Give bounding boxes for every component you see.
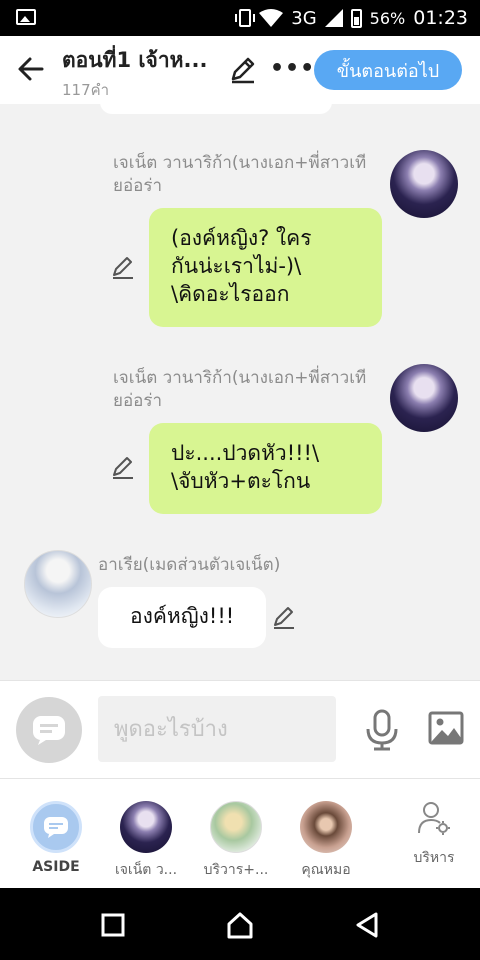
home-icon[interactable] bbox=[225, 910, 255, 940]
message-sender-name: เจเน็ต วานาริก้า(นางเอก+พี่สาวเทียอ่อร่า bbox=[113, 368, 367, 411]
aside-toggle-button[interactable] bbox=[16, 697, 82, 763]
character-aside[interactable]: ASIDE bbox=[11, 779, 101, 889]
sender-avatar[interactable] bbox=[390, 364, 458, 432]
wifi-icon bbox=[259, 9, 284, 27]
back-arrow-icon[interactable] bbox=[16, 54, 46, 84]
chat-bubble-icon bbox=[33, 716, 65, 745]
battery-level: 56% bbox=[369, 8, 406, 28]
edit-message-pencil-icon[interactable] bbox=[110, 254, 136, 280]
previous-message-bubble bbox=[100, 104, 332, 114]
app-header: ตอนที่1 เจ้าห... 117คำ ••• ขั้นตอนต่อไป bbox=[0, 36, 480, 104]
character-servant[interactable]: บริวาร+... bbox=[191, 779, 281, 889]
episode-title: ตอนที่1 เจ้าห... bbox=[62, 48, 208, 72]
message-bubble[interactable]: ปะ....ปวดหัว!!!\ \จับหัว+ตะโกน bbox=[149, 423, 382, 514]
network-type: 3G bbox=[291, 7, 317, 29]
character-bar: ASIDE เจเน็ต ว... บริวาร+... คุณหมอ บริห… bbox=[0, 778, 480, 888]
clock: 01:23 bbox=[413, 7, 468, 29]
chat-area[interactable]: เจเน็ต วานาริก้า(นางเอก+พี่สาวเทียอ่อร่า… bbox=[0, 104, 480, 680]
edit-message-pencil-icon[interactable] bbox=[271, 604, 297, 630]
edit-message-pencil-icon[interactable] bbox=[110, 454, 136, 480]
character-label: บริวาร+... bbox=[203, 862, 269, 878]
status-bar: 3G 56% 01:23 bbox=[0, 0, 480, 36]
character-avatar bbox=[300, 801, 352, 853]
aside-avatar bbox=[30, 801, 82, 853]
sender-avatar[interactable] bbox=[24, 550, 92, 618]
signal-icon bbox=[324, 9, 343, 27]
character-label: ASIDE bbox=[32, 859, 80, 875]
vibrate-icon bbox=[235, 9, 256, 27]
microphone-icon[interactable] bbox=[364, 709, 400, 751]
character-avatar bbox=[120, 801, 172, 853]
person-settings-icon bbox=[418, 802, 450, 835]
system-navigation-bar bbox=[0, 888, 480, 960]
message-input[interactable] bbox=[98, 696, 336, 762]
chat-bubble-icon bbox=[44, 817, 68, 838]
next-step-button[interactable]: ขั้นตอนต่อไป bbox=[314, 50, 462, 90]
manage-characters-button[interactable]: บริหาร bbox=[389, 779, 479, 889]
character-avatar bbox=[210, 801, 262, 853]
battery-icon bbox=[350, 8, 362, 28]
image-upload-icon[interactable] bbox=[428, 711, 464, 745]
recent-apps-icon[interactable] bbox=[98, 910, 128, 940]
character-label: เจเน็ต ว... bbox=[114, 862, 178, 878]
sender-avatar[interactable] bbox=[390, 150, 458, 218]
message-sender-name: อาเรีย(เมดส่วนตัวเจเน็ต) bbox=[98, 555, 281, 575]
back-triangle-icon[interactable] bbox=[352, 910, 382, 940]
message-bubble[interactable]: องค์หญิง!!! bbox=[98, 587, 267, 648]
edit-title-pencil-icon[interactable] bbox=[228, 54, 258, 84]
character-janet[interactable]: เจเน็ต ว... bbox=[101, 779, 191, 889]
character-doctor[interactable]: คุณหมอ bbox=[281, 779, 371, 889]
message-sender-name: เจเน็ต วานาริก้า(นางเอก+พี่สาวเทียอ่อร่า bbox=[113, 153, 367, 196]
character-label: คุณหมอ bbox=[301, 862, 351, 878]
more-options-icon[interactable]: ••• bbox=[270, 58, 315, 80]
message-bubble[interactable]: (องค์หญิง? ใคร กันน่ะเราไม่-)\ \คิดอะไรอ… bbox=[149, 208, 382, 327]
message-input-bar bbox=[0, 680, 480, 778]
word-count: 117คำ bbox=[62, 81, 110, 99]
gallery-notification-icon bbox=[16, 9, 36, 25]
character-label: บริหาร bbox=[413, 850, 455, 866]
